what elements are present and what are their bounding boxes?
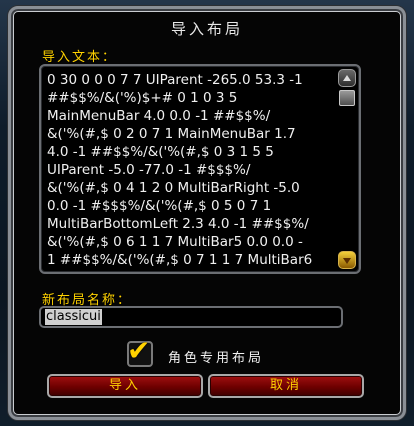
import-text-area[interactable]: 0 30 0 0 0 7 7 UIParent -265.0 53.3 -1 #… xyxy=(39,64,361,274)
cancel-button[interactable]: 取消 xyxy=(208,374,364,398)
dialog-title: 导入布局 xyxy=(170,20,243,38)
scroll-thumb[interactable] xyxy=(339,90,355,106)
import-text-label: 导入文本： xyxy=(42,50,118,65)
import-text-content[interactable]: 0 30 0 0 0 7 7 UIParent -265.0 53.3 -1 #… xyxy=(47,71,337,271)
new-layout-name-value[interactable]: classicui xyxy=(45,309,102,325)
character-specific-checkbox[interactable]: ✔ xyxy=(127,337,153,367)
character-specific-label: 角色专用布局 xyxy=(168,351,265,366)
scroll-down-arrow-icon[interactable] xyxy=(338,251,356,269)
import-text-scrollbar[interactable] xyxy=(337,68,357,270)
scroll-up-arrow-icon[interactable] xyxy=(338,69,356,87)
new-layout-name-input[interactable]: classicui xyxy=(39,306,343,328)
import-button[interactable]: 导入 xyxy=(47,374,203,398)
checkmark-icon: ✔ xyxy=(127,334,151,367)
